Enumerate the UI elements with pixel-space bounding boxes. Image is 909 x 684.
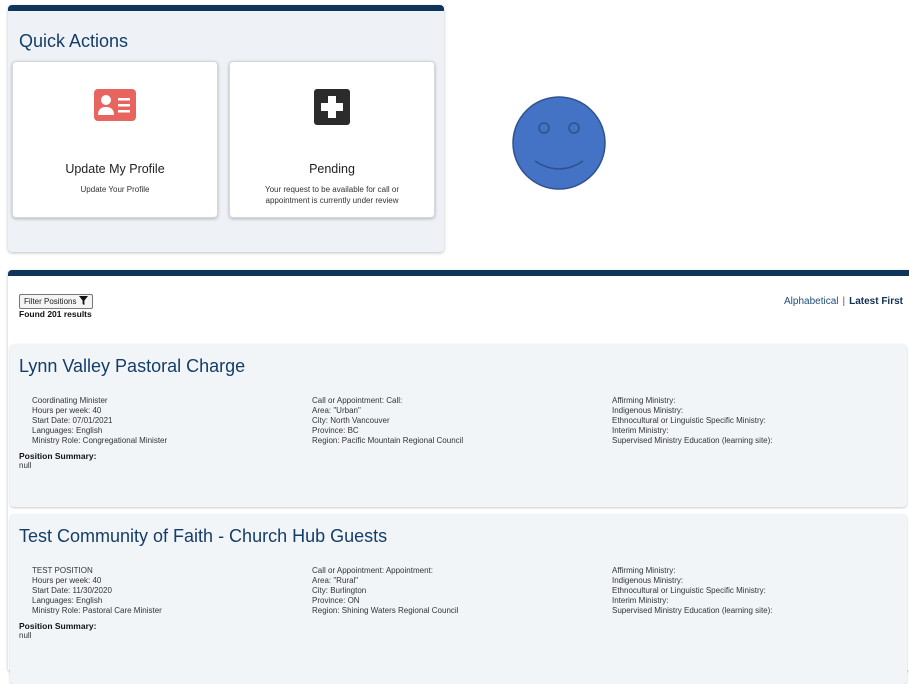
pending-card[interactable]: Pending Your request to be available for… xyxy=(229,61,435,218)
pending-title: Pending xyxy=(309,162,355,176)
region: Region: Shining Waters Regional Council xyxy=(312,606,459,615)
ministry-role: Ministry Role: Congregational Minister xyxy=(32,436,168,445)
filter-icon xyxy=(79,296,89,307)
interim-ministry: Interim Ministry: xyxy=(612,596,669,605)
filter-positions-button[interactable]: Filter Positions xyxy=(19,294,94,309)
sort-latest-first-link[interactable]: Latest First xyxy=(849,296,903,307)
indigenous-ministry: Indigenous Ministry: xyxy=(612,406,684,415)
province: Province: ON xyxy=(312,596,360,605)
languages: Languages: English xyxy=(32,426,103,435)
position-card[interactable]: Test Community of Faith - Church Hub Gue… xyxy=(10,514,907,684)
sort-options: Alphabetical | Latest First xyxy=(784,296,903,307)
province: Province: BC xyxy=(312,426,359,435)
affirming-ministry: Affirming Ministry: xyxy=(612,566,676,575)
start-date: Start Date: 07/01/2021 xyxy=(32,416,113,425)
results-count: Found 201 results xyxy=(19,309,92,319)
position-summary-value: null xyxy=(19,631,32,640)
ethnocultural-ministry: Ethnocultural or Linguistic Specific Min… xyxy=(612,586,766,595)
position-details-col2: Call or Appointment: Call: Area: "Urban"… xyxy=(312,396,463,446)
ministry-role: Ministry Role: Pastoral Care Minister xyxy=(32,606,162,615)
update-profile-subtitle: Update Your Profile xyxy=(80,185,150,194)
hours-per-week: Hours per week: 40 xyxy=(32,406,102,415)
position-summary-value: null xyxy=(19,461,32,470)
start-date: Start Date: 11/30/2020 xyxy=(32,586,112,595)
ethnocultural-ministry: Ethnocultural or Linguistic Specific Min… xyxy=(612,416,766,425)
position-title[interactable]: Lynn Valley Pastoral Charge xyxy=(19,356,245,377)
city: City: Burlington xyxy=(312,586,367,595)
quick-actions-title: Quick Actions xyxy=(19,31,129,51)
position-summary-label: Position Summary: xyxy=(19,451,97,461)
position-title[interactable]: Test Community of Faith - Church Hub Gue… xyxy=(19,526,387,547)
position-details-col3: Affirming Ministry: Indigenous Ministry:… xyxy=(612,566,773,616)
city: City: North Vancouver xyxy=(312,416,390,425)
sort-alphabetical-link[interactable]: Alphabetical xyxy=(784,296,838,307)
position-card[interactable]: Lynn Valley Pastoral Charge Coordinating… xyxy=(10,344,907,507)
position-type: Coordinating Minister xyxy=(32,396,108,405)
area: Area: "Urban" xyxy=(312,406,361,415)
quick-actions-panel: Quick Actions Update My Profile Update Y… xyxy=(8,5,444,252)
results-panel: Filter Positions Found 201 results Alpha… xyxy=(8,270,909,684)
call-or-appointment: Call or Appointment: Appointment: xyxy=(312,566,433,575)
interim-ministry: Interim Ministry: xyxy=(612,426,669,435)
profile-card-icon xyxy=(94,89,136,126)
affirming-ministry: Affirming Ministry: xyxy=(612,396,676,405)
position-details-col3: Affirming Ministry: Indigenous Ministry:… xyxy=(612,396,773,446)
plus-icon xyxy=(314,89,350,130)
supervised-ministry-education: Supervised Ministry Education (learning … xyxy=(612,606,773,615)
position-details-col1: TEST POSITION Hours per week: 40 Start D… xyxy=(32,566,162,616)
smiley-face-icon xyxy=(511,95,607,196)
position-details-col2: Call or Appointment: Appointment: Area: … xyxy=(312,566,458,616)
area: Area: "Rural" xyxy=(312,576,359,585)
filter-positions-label: Filter Positions xyxy=(24,297,77,306)
position-summary-label: Position Summary: xyxy=(19,621,97,631)
languages: Languages: English xyxy=(32,596,103,605)
hours-per-week: Hours per week: 40 xyxy=(32,576,102,585)
sort-separator: | xyxy=(842,296,846,307)
position-type: TEST POSITION xyxy=(32,566,93,575)
supervised-ministry-education: Supervised Ministry Education (learning … xyxy=(612,436,773,445)
pending-subtitle: Your request to be available for call or… xyxy=(264,185,399,205)
region: Region: Pacific Mountain Regional Counci… xyxy=(312,436,464,445)
position-details-col1: Coordinating Minister Hours per week: 40… xyxy=(32,396,167,446)
update-profile-title: Update My Profile xyxy=(65,162,165,176)
call-or-appointment: Call or Appointment: Call: xyxy=(312,396,403,405)
indigenous-ministry: Indigenous Ministry: xyxy=(612,576,684,585)
update-profile-card[interactable]: Update My Profile Update Your Profile xyxy=(12,61,218,218)
